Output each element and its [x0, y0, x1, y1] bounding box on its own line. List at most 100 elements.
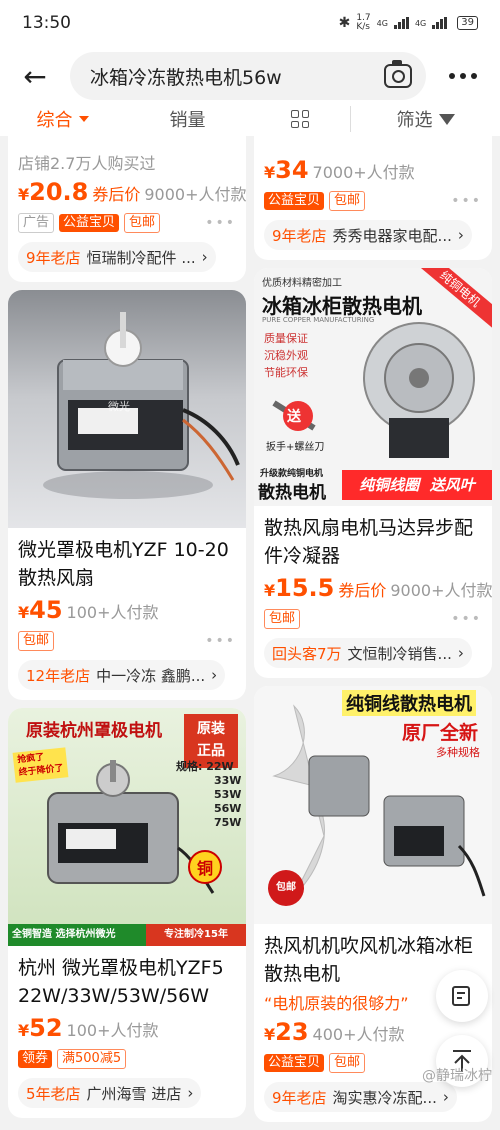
spec-item: 75W	[176, 816, 241, 830]
shop-age: 9年老店	[26, 247, 81, 268]
status-icons: ✱ 1.7 K/s 4G 4G 39	[339, 14, 478, 32]
tab-sales[interactable]: 销量	[125, 106, 250, 132]
tag-row: 包邮 •••	[264, 608, 482, 630]
coupon-badge: 领券	[18, 1050, 52, 1068]
shop-link[interactable]: 5年老店 广州海雪 进店 ›	[18, 1078, 201, 1108]
filter-label: 筛选	[397, 106, 433, 132]
gift-text: 扳手+螺丝刀	[266, 438, 324, 453]
funnel-icon	[439, 114, 455, 125]
image-bottom-big: 散热电机	[258, 478, 326, 503]
product-image[interactable]: 原装杭州罩极电机 原装 正品 抢疯了 终于降价了 规格: 22W 33W 53W…	[8, 708, 246, 946]
product-title: 杭州 微光罩极电机YZF5 22W/33W/53W/56W	[18, 954, 236, 1010]
price-row: ¥15.5 券后价 9000+人付款	[264, 574, 482, 602]
price-row: ¥34 7000+人付款	[264, 156, 482, 184]
signal-icon-2	[432, 17, 447, 29]
product-card[interactable]: 店铺2.7万人购买过 ¥20.8 券后价 9000+人付款 广告 公益宝贝 包邮…	[8, 136, 246, 282]
price: ¥20.8	[18, 178, 88, 206]
image-bottom-right: 纯铜线圈 送风叶	[342, 470, 492, 500]
tag-row: 广告 公益宝贝 包邮 •••	[18, 212, 236, 234]
sold-count: 100+人付款	[67, 599, 159, 623]
product-card[interactable]: 原装杭州罩极电机 原装 正品 抢疯了 终于降价了 规格: 22W 33W 53W…	[8, 708, 246, 1118]
product-image[interactable]: 微光	[8, 290, 246, 528]
signal-label-2: 4G	[415, 19, 426, 28]
tag-row: 领券 满500减5	[18, 1048, 236, 1070]
price: ¥45	[18, 596, 63, 624]
free-shipping-badge: 包邮	[329, 1053, 365, 1073]
shop-name: 文恒制冷销售...	[348, 643, 452, 664]
image-watermark: 微光	[108, 398, 130, 414]
price-row: ¥20.8 券后价 9000+人付款	[18, 178, 236, 206]
free-shipping-badge: 包邮	[124, 213, 160, 233]
more-dots-icon[interactable]: •••	[205, 215, 236, 231]
search-header: ← 冰箱冷冻散热电机56w	[0, 46, 500, 106]
net-speed: 1.7 K/s	[356, 14, 370, 32]
caret-down-icon	[79, 116, 89, 122]
shop-age: 回头客7万	[272, 643, 342, 664]
chevron-right-icon: ›	[458, 644, 464, 662]
more-dots-icon[interactable]: •••	[451, 193, 482, 209]
spec-item: 33W	[176, 774, 241, 788]
shop-link[interactable]: 9年老店 恒瑞制冷配件 ... ›	[18, 242, 216, 272]
shop-age: 9年老店	[272, 225, 327, 246]
product-image[interactable]: 纯铜线散热电机 原厂全新 多种规格 包邮	[254, 686, 492, 924]
product-card[interactable]: 微光 微光罩极电机YZF 10-20散热风扇 ¥45 100+人付款 包邮 ••…	[8, 290, 246, 700]
tag-row: 公益宝贝 包邮 •••	[264, 190, 482, 212]
price-row: ¥45 100+人付款	[18, 596, 236, 624]
shop-link[interactable]: 回头客7万 文恒制冷销售... ›	[264, 638, 472, 668]
shop-age: 12年老店	[26, 665, 90, 686]
charity-badge: 公益宝贝	[264, 192, 324, 210]
free-shipping-badge: 包邮	[18, 631, 54, 651]
sort-bar: 综合 销量 筛选	[0, 106, 500, 136]
spec-item: 53W	[176, 788, 241, 802]
back-arrow-icon[interactable]: ←	[0, 46, 70, 106]
shop-link[interactable]: 12年老店 中一冷冻 鑫鹏... ›	[18, 660, 225, 690]
image-footer-left: 全铜智造 选择杭州微光	[8, 924, 146, 946]
sold-count: 100+人付款	[67, 1017, 159, 1041]
chevron-right-icon: ›	[202, 248, 208, 266]
price-row: ¥52 100+人付款	[18, 1014, 236, 1042]
shop-name: 淘实惠冷冻配...	[333, 1087, 437, 1108]
price: ¥15.5	[264, 574, 334, 602]
battery-icon: 39	[457, 16, 478, 30]
camera-icon[interactable]	[384, 64, 412, 88]
shop-age: 9年老店	[272, 1087, 327, 1108]
more-options-icon[interactable]	[426, 46, 500, 106]
watermark: @静瑞冰柠	[422, 1065, 492, 1085]
status-bar: 13:50 ✱ 1.7 K/s 4G 4G 39	[0, 0, 500, 46]
sold-count: 400+人付款	[313, 1021, 405, 1045]
price: ¥34	[264, 156, 309, 184]
chevron-right-icon: ›	[458, 226, 464, 244]
spec-list: 规格: 22W 33W 53W 56W 75W	[176, 760, 241, 830]
more-dots-icon[interactable]: •••	[205, 633, 236, 649]
signal-label-1: 4G	[377, 19, 388, 28]
product-card[interactable]: ¥34 7000+人付款 公益宝贝 包邮 ••• 9年老店 秀秀电器家电配...…	[254, 136, 492, 260]
grid-view-toggle[interactable]	[250, 106, 350, 132]
bluetooth-icon: ✱	[339, 15, 351, 31]
coupon-price-label: 券后价	[338, 577, 386, 601]
spec-heading: 规格: 22W	[176, 760, 241, 774]
tab-sales-label: 销量	[170, 106, 206, 132]
search-query: 冰箱冷冻散热电机56w	[90, 63, 384, 90]
tab-comprehensive-label: 综合	[37, 106, 73, 132]
chevron-right-icon: ›	[211, 666, 217, 684]
free-shipping-badge: 包邮	[264, 609, 300, 629]
filter-button[interactable]: 筛选	[350, 106, 500, 132]
tab-comprehensive[interactable]: 综合	[0, 106, 125, 132]
feedback-button[interactable]	[436, 970, 488, 1022]
search-input[interactable]: 冰箱冷冻散热电机56w	[70, 52, 426, 100]
ad-badge: 广告	[18, 213, 54, 233]
shop-link[interactable]: 9年老店 秀秀电器家电配... ›	[264, 220, 472, 250]
shop-age: 5年老店	[26, 1083, 81, 1104]
grid-icon	[291, 110, 309, 128]
edit-note-icon	[450, 984, 474, 1008]
sold-count: 9000+人付款	[390, 577, 492, 601]
product-card[interactable]: 优质材料精密加工 纯铜电机 冰箱冰柜散热电机 PURE COPPER MANUF…	[254, 268, 492, 678]
product-column-left: 店铺2.7万人购买过 ¥20.8 券后价 9000+人付款 广告 公益宝贝 包邮…	[8, 136, 246, 1126]
product-image[interactable]: 优质材料精密加工 纯铜电机 冰箱冰柜散热电机 PURE COPPER MANUF…	[254, 268, 492, 506]
shop-link[interactable]: 9年老店 淘实惠冷冻配... ›	[264, 1082, 457, 1112]
charity-badge: 公益宝贝	[59, 214, 119, 232]
free-shipping-stamp: 包邮	[268, 870, 304, 906]
clock: 13:50	[22, 13, 339, 33]
more-dots-icon[interactable]: •••	[451, 611, 482, 627]
price: ¥52	[18, 1014, 63, 1042]
